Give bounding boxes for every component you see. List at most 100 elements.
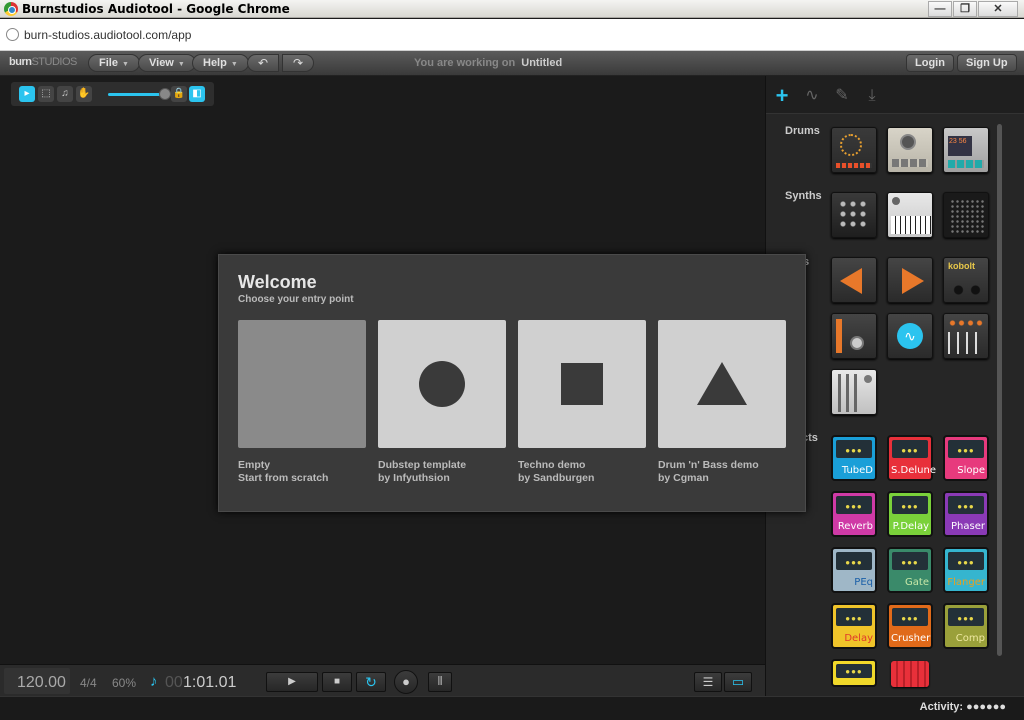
pedal-label: P.Delay bbox=[892, 521, 929, 532]
signup-button[interactable]: Sign Up bbox=[957, 54, 1017, 72]
browser-toggle-button[interactable]: ▭ bbox=[724, 672, 752, 692]
maximize-button[interactable]: ❐ bbox=[953, 1, 977, 17]
working-on-indicator: You are working on Untitled bbox=[414, 57, 562, 69]
option-techno-card[interactable] bbox=[518, 320, 646, 448]
knob-icon: ●●● bbox=[845, 667, 863, 676]
pedal-partial[interactable]: ●●● bbox=[831, 659, 877, 687]
option-empty-card[interactable] bbox=[238, 320, 366, 448]
pedal-comp[interactable]: ●●● Comp bbox=[943, 603, 989, 649]
knob-grid-icon bbox=[838, 199, 870, 231]
metronome-button[interactable]: ⫼ bbox=[428, 672, 452, 692]
shuffle-percent[interactable]: 60% bbox=[112, 676, 136, 690]
option-dnb-card[interactable] bbox=[658, 320, 786, 448]
device-machiniste[interactable] bbox=[831, 127, 877, 173]
select-tool-button[interactable]: ⬚ bbox=[38, 86, 54, 102]
url-text[interactable]: burn-studios.audiotool.com/app bbox=[24, 28, 191, 42]
tab-samples[interactable]: ∿ bbox=[800, 84, 824, 108]
device-mixer-strip[interactable] bbox=[831, 313, 877, 359]
pedal-label: Flanger bbox=[947, 577, 985, 588]
pedal-label: Reverb bbox=[837, 521, 873, 532]
address-bar[interactable]: burn-studios.audiotool.com/app bbox=[0, 19, 1024, 51]
panel-tabs: + ∿ ✎ ⤓ bbox=[766, 76, 1024, 114]
option-name: Dubstep template bbox=[378, 459, 467, 471]
minimize-button[interactable]: — bbox=[928, 1, 952, 17]
listen-tool-button[interactable]: ♫ bbox=[57, 86, 73, 102]
device-beatbox-9[interactable]: 23 56 bbox=[943, 127, 989, 173]
option-dubstep-text[interactable]: Dubstep template by Infyuthsion bbox=[378, 459, 466, 485]
pedal-label: Delay bbox=[844, 633, 873, 644]
lock-button[interactable]: 🔒 bbox=[171, 86, 187, 102]
device-sequencer[interactable] bbox=[943, 313, 989, 359]
pedal-flanger[interactable]: ●●● Flanger bbox=[943, 547, 989, 593]
headphones-icon: ♫ bbox=[61, 88, 69, 99]
position-display[interactable]: 1:01.01 bbox=[183, 674, 236, 692]
menu-file-label: File bbox=[99, 57, 118, 69]
undo-button[interactable]: ↶ bbox=[247, 54, 279, 72]
device-audio-effect[interactable]: ∿ bbox=[887, 313, 933, 359]
stop-button[interactable]: ■ bbox=[322, 672, 352, 692]
chevron-down-icon: ▼ bbox=[121, 61, 129, 68]
pads bbox=[948, 160, 984, 168]
pedal-phaser[interactable]: ●●● Phaser bbox=[943, 491, 989, 537]
logo-studios: STUDIOS bbox=[31, 56, 77, 68]
device-beatbox-8[interactable] bbox=[887, 127, 933, 173]
knob-icon bbox=[864, 375, 872, 383]
pedal-label: S.Delune bbox=[891, 465, 936, 476]
time-signature[interactable]: 4/4 bbox=[80, 676, 97, 690]
knob-icon: ●●● bbox=[957, 502, 975, 511]
waveform-icon: ∿ bbox=[805, 87, 819, 104]
pedal-delay[interactable]: ●●● Delay bbox=[831, 603, 877, 649]
tab-download[interactable]: ⤓ bbox=[860, 84, 884, 108]
triangle-right-icon bbox=[902, 268, 924, 294]
play-button[interactable]: ▶ bbox=[266, 672, 318, 692]
knob-icon: ●●● bbox=[845, 614, 863, 623]
tab-add-devices[interactable]: + bbox=[770, 84, 794, 108]
note-icon: ♪ bbox=[150, 673, 158, 690]
snap-button[interactable]: ◧ bbox=[189, 86, 205, 102]
loop-button[interactable]: ↻ bbox=[356, 672, 386, 692]
hand-tool-button[interactable]: ✋ bbox=[76, 86, 92, 102]
device-heisenberg[interactable] bbox=[887, 192, 933, 238]
menu-help[interactable]: Help ▼ bbox=[192, 54, 249, 72]
wrench-icon: ✎ bbox=[835, 87, 849, 104]
menu-file[interactable]: File ▼ bbox=[88, 54, 140, 72]
close-window-button[interactable]: ✕ bbox=[978, 1, 1018, 17]
option-techno-text[interactable]: Techno demo by Sandburgen bbox=[518, 459, 594, 485]
login-button[interactable]: Login bbox=[906, 54, 954, 72]
option-empty-text[interactable]: Empty Start from scratch bbox=[238, 459, 328, 485]
redo-button[interactable]: ↷ bbox=[282, 54, 314, 72]
chevron-down-icon: ▼ bbox=[230, 61, 238, 68]
pedal-s-delune[interactable]: ●●● S.Delune bbox=[887, 435, 936, 481]
pedal-reverb[interactable]: ●●● Reverb bbox=[831, 491, 877, 537]
square-icon bbox=[561, 363, 603, 405]
faders-icon bbox=[838, 374, 862, 412]
tab-tools[interactable]: ✎ bbox=[830, 84, 854, 108]
menu-view[interactable]: View ▼ bbox=[138, 54, 196, 72]
option-author: by Infyuthsion bbox=[378, 472, 450, 484]
device-pulverisateur[interactable] bbox=[831, 192, 877, 238]
pedal-peq[interactable]: ●●● PEq bbox=[831, 547, 877, 593]
device-mixer[interactable] bbox=[831, 369, 877, 415]
device-bassline-a[interactable] bbox=[831, 257, 877, 303]
pointer-tool-button[interactable]: ▸ bbox=[19, 86, 35, 102]
pedal-knob-panel: ●●● bbox=[892, 552, 928, 570]
option-dubstep-card[interactable] bbox=[378, 320, 506, 448]
bpm-display[interactable]: 120.00 bbox=[17, 674, 66, 692]
panel-scrollbar[interactable] bbox=[997, 124, 1002, 656]
record-icon: ● bbox=[402, 674, 410, 689]
pedal-tubed[interactable]: ●●● TubeD bbox=[831, 435, 877, 481]
device-tonematrix-red[interactable] bbox=[891, 661, 929, 687]
tracks-button[interactable]: ☰ bbox=[694, 672, 722, 692]
device-kobolt[interactable]: kobolt bbox=[943, 257, 989, 303]
zoom-slider-knob[interactable] bbox=[159, 88, 171, 100]
device-tonematrix[interactable] bbox=[943, 192, 989, 238]
pedal-p-delay[interactable]: ●●● P.Delay bbox=[887, 491, 933, 537]
record-button[interactable]: ● bbox=[394, 670, 418, 694]
device-bassline-b[interactable] bbox=[887, 257, 933, 303]
option-dnb-text[interactable]: Drum 'n' Bass demo by Cgman bbox=[658, 459, 759, 485]
globe-icon bbox=[6, 28, 19, 41]
zoom-slider[interactable] bbox=[108, 93, 160, 96]
pedal-gate[interactable]: ●●● Gate bbox=[887, 547, 933, 593]
pedal-slope[interactable]: ●●● Slope bbox=[943, 435, 989, 481]
pedal-crusher[interactable]: ●●● Crusher bbox=[887, 603, 933, 649]
